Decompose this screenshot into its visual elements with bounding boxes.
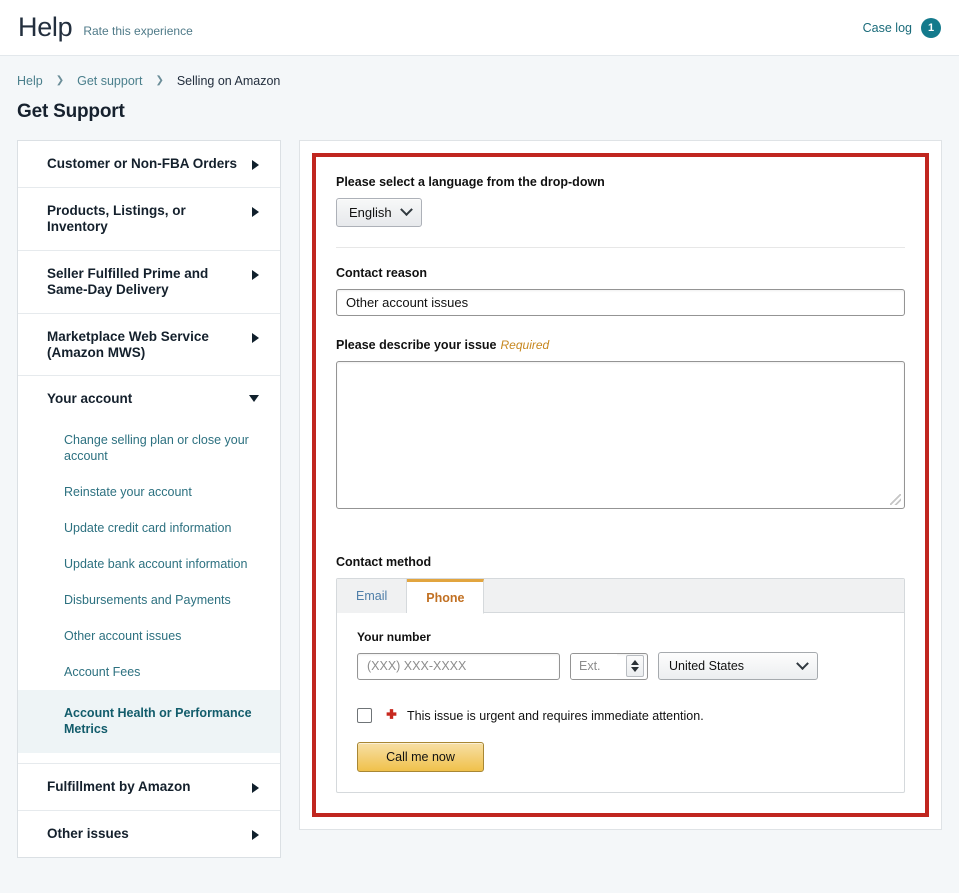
sidebar-group-products-listings-or-inventory: Products, Listings, or Inventory: [18, 188, 280, 251]
extension-spinner-icon[interactable]: [626, 655, 644, 677]
extension-stepper[interactable]: [570, 652, 648, 680]
chevron-down-icon: [399, 203, 413, 217]
urgent-issue-row: This issue is urgent and requires immedi…: [357, 708, 884, 723]
spinner-up-arrow-icon[interactable]: [631, 660, 639, 665]
phone-tab-panel: Your number United Sta: [337, 613, 904, 792]
urgent-issue-checkbox[interactable]: [357, 708, 372, 723]
chevron-right-icon: [252, 160, 259, 170]
breadcrumb-item-get-support[interactable]: Get support: [77, 74, 142, 88]
sidebar-group-label: Other issues: [47, 826, 129, 842]
contact-method-tabs-container: Email Phone Your number (XXX) XXX-XXXX E…: [336, 578, 905, 793]
urgent-issue-label: This issue is urgent and requires immedi…: [407, 708, 704, 723]
sidebar-group-label: Fulfillment by Amazon: [47, 779, 191, 795]
category-sidebar: Customer or Non-FBA Orders Products, Lis…: [17, 140, 281, 859]
country-select-value: United States: [669, 659, 745, 673]
chevron-right-icon: [252, 206, 259, 217]
sidebar-group-fulfillment-by-amazon: Fulfillment by Amazon: [18, 764, 280, 812]
sidebar-item-fulfillment-by-amazon[interactable]: Fulfillment by Amazon: [18, 764, 280, 810]
describe-issue-label-text: Please describe your issue: [336, 338, 497, 352]
language-select-value: English: [349, 205, 392, 220]
sidebar-item-seller-fulfilled-prime[interactable]: Seller Fulfilled Prime and Same-Day Deli…: [18, 251, 280, 313]
your-number-label: Your number: [357, 630, 431, 644]
sidebar-item-customer-or-non-fba-orders[interactable]: Customer or Non-FBA Orders: [18, 141, 280, 187]
sidebar-subitem-update-bank-account-information[interactable]: Update bank account information: [18, 546, 280, 582]
phone-input-row: United States: [357, 652, 884, 680]
contact-method-tab-strip: Email Phone: [337, 579, 904, 614]
chevron-down-icon: [796, 656, 809, 670]
spinner-down-arrow-icon[interactable]: [631, 667, 639, 672]
language-select[interactable]: English: [336, 198, 422, 227]
describe-issue-label: Please describe your issue Required: [336, 338, 905, 352]
chevron-right-icon: [252, 269, 259, 280]
sidebar-group-seller-fulfilled-prime: Seller Fulfilled Prime and Same-Day Deli…: [18, 251, 280, 314]
sidebar-group-customer-or-non-fba-orders: Customer or Non-FBA Orders: [18, 141, 280, 188]
language-field-label: Please select a language from the drop-d…: [336, 175, 605, 189]
sidebar-group-marketplace-web-service: Marketplace Web Service (Amazon MWS): [18, 314, 280, 377]
chevron-right-icon: [252, 332, 259, 343]
sidebar-item-other-issues[interactable]: Other issues: [18, 811, 280, 857]
chevron-right-icon: [252, 783, 259, 794]
sidebar-item-your-account[interactable]: Your account: [18, 376, 280, 422]
sidebar-subitem-account-fees[interactable]: Account Fees: [18, 654, 280, 690]
call-me-now-button[interactable]: Call me now: [357, 742, 484, 772]
sidebar-subitem-change-selling-plan[interactable]: Change selling plan or close your accoun…: [18, 422, 280, 474]
top-header: Help Rate this experience Case log 1: [0, 0, 959, 56]
breadcrumb-item-help[interactable]: Help: [17, 74, 43, 88]
sidebar-item-products-listings-or-inventory[interactable]: Products, Listings, or Inventory: [18, 188, 280, 250]
breadcrumb-item-selling-on-amazon: Selling on Amazon: [176, 74, 281, 88]
sidebar-group-label: Marketplace Web Service (Amazon MWS): [47, 328, 209, 360]
case-log-group[interactable]: Case log 1: [863, 17, 941, 38]
page-layout: Customer or Non-FBA Orders Products, Lis…: [0, 140, 959, 859]
contact-reason-label: Contact reason: [336, 266, 427, 280]
case-log-count-badge: 1: [921, 17, 941, 38]
rate-experience-link[interactable]: Rate this experience: [83, 18, 192, 38]
required-tag: Required: [500, 338, 550, 352]
sidebar-sublist-your-account: Change selling plan or close your accoun…: [18, 422, 280, 763]
chevron-right-icon: [252, 830, 259, 841]
sidebar-group-label: Seller Fulfilled Prime and Same-Day Deli…: [47, 265, 209, 297]
sidebar-subitem-reinstate-your-account[interactable]: Reinstate your account: [18, 474, 280, 510]
highlighted-form-region: Please select a language from the drop-d…: [312, 153, 929, 817]
breadcrumb-separator-icon: ❯: [155, 75, 164, 86]
urgent-cross-icon: [382, 708, 400, 723]
case-log-link[interactable]: Case log: [863, 21, 912, 35]
page-title: Get Support: [17, 101, 125, 122]
sidebar-group-label: Customer or Non-FBA Orders: [47, 156, 238, 171]
breadcrumb: Help ❯ Get support ❯ Selling on Amazon: [0, 56, 959, 88]
section-divider: [336, 247, 905, 248]
extension-input[interactable]: [571, 653, 617, 679]
chevron-down-icon: [249, 395, 259, 403]
describe-issue-textarea[interactable]: [336, 361, 905, 509]
tab-email[interactable]: Email: [337, 579, 408, 613]
sidebar-group-label: Your account: [47, 391, 133, 407]
sidebar-group-label: Products, Listings, or Inventory: [47, 202, 186, 234]
sidebar-subitem-other-account-issues[interactable]: Other account issues: [18, 618, 280, 654]
tab-phone[interactable]: Phone: [407, 579, 485, 614]
sidebar-subitem-account-health-or-performance-metrics[interactable]: Account Health or Performance Metrics: [18, 690, 280, 754]
sidebar-item-marketplace-web-service[interactable]: Marketplace Web Service (Amazon MWS): [18, 314, 280, 376]
breadcrumb-separator-icon: ❯: [55, 75, 65, 86]
sidebar-subitem-disbursements-and-payments[interactable]: Disbursements and Payments: [18, 582, 280, 618]
contact-reason-input[interactable]: [336, 289, 905, 316]
help-logo: Help: [18, 12, 73, 42]
phone-number-input[interactable]: [357, 652, 560, 680]
sidebar-subitem-update-credit-card-information[interactable]: Update credit card information: [18, 510, 280, 546]
sidebar-group-your-account: Your account Change selling plan or clos…: [18, 376, 280, 765]
country-select[interactable]: United States: [658, 652, 818, 680]
contact-method-block: Contact method Email Phone Your number (…: [336, 555, 905, 793]
contact-method-label: Contact method: [336, 555, 432, 569]
sidebar-group-other-issues: Other issues: [18, 811, 280, 857]
support-form-card: Please select a language from the drop-d…: [299, 140, 942, 830]
textarea-resize-handle[interactable]: [890, 494, 901, 505]
